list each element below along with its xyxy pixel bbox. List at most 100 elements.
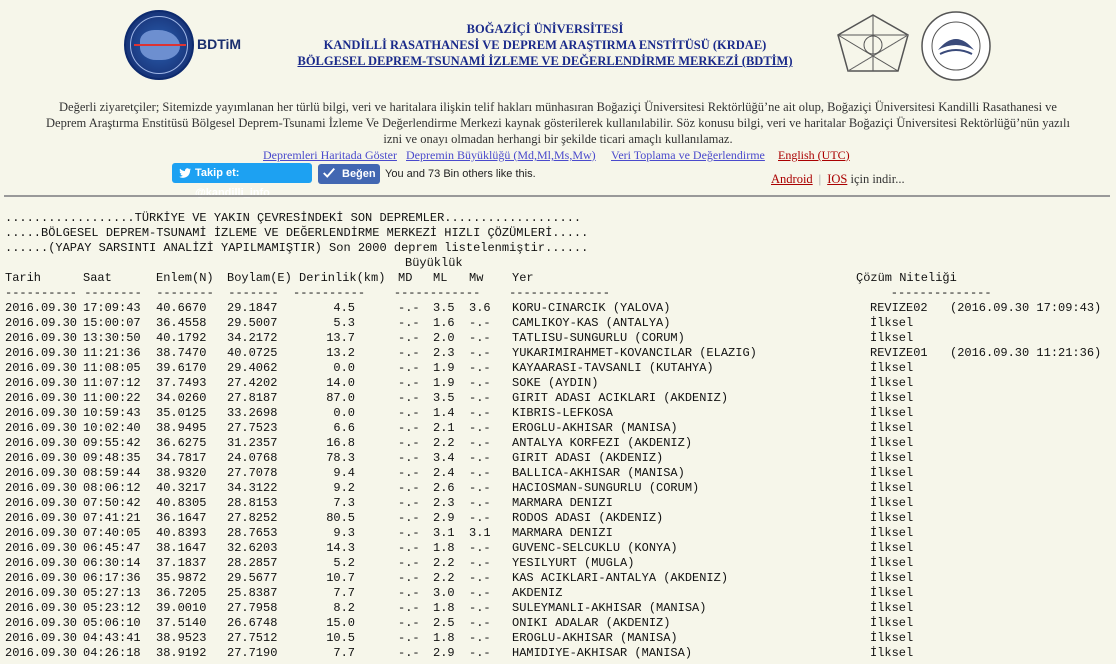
cell-latitude: 39.0010	[156, 601, 207, 615]
column-headers: Tarih Saat Enlem(N) Boylam(E) Derinlik(k…	[5, 271, 957, 286]
cell-location: BALLICA-AKHISAR (MANISA)	[512, 466, 685, 480]
cell-longitude: 34.3122	[227, 481, 278, 495]
cell-ml: 2.3	[433, 496, 455, 510]
cell-solution-quality: İlksel	[870, 481, 914, 495]
cell-mw: 3.6	[469, 301, 491, 315]
cell-solution-quality: İlksel	[870, 631, 914, 645]
cell-mw: -.-	[469, 331, 491, 345]
cell-longitude: 33.2698	[227, 406, 278, 420]
cell-longitude: 28.2857	[227, 556, 278, 570]
cell-date: 2016.09.30	[5, 376, 78, 390]
cell-longitude: 27.7190	[227, 646, 278, 660]
english-link[interactable]: English (UTC)	[778, 148, 850, 163]
cell-latitude: 37.5140	[156, 616, 207, 630]
cell-solution-quality: İlksel	[870, 511, 914, 525]
cell-ml: 1.6	[433, 316, 455, 330]
cell-date: 2016.09.30	[5, 301, 78, 315]
magnitude-link[interactable]: Depremin Büyüklüğü (Md,Ml,Ms,Mw)	[406, 148, 596, 163]
cell-solution-quality: İlksel	[870, 466, 914, 480]
cell-ml: 3.5	[433, 391, 455, 405]
cell-location: KAS ACIKLARI-ANTALYA (AKDENIZ)	[512, 571, 729, 585]
cell-ml: 3.5	[433, 301, 455, 315]
cell-date: 2016.09.30	[5, 526, 78, 540]
cell-date: 2016.09.30	[5, 316, 78, 330]
cell-date: 2016.09.30	[5, 571, 78, 585]
cell-longitude: 27.7078	[227, 466, 278, 480]
list-banner-3: ......(YAPAY SARSINTI ANALİZİ YAPILMAMIŞ…	[5, 241, 589, 255]
cell-mw: -.-	[469, 481, 491, 495]
cell-depth: 7.3	[333, 496, 355, 510]
cell-mw: -.-	[469, 451, 491, 465]
cell-md: -.-	[398, 616, 420, 630]
cell-time: 07:40:05	[83, 526, 141, 540]
cell-date: 2016.09.30	[5, 556, 78, 570]
cell-date: 2016.09.30	[5, 481, 78, 495]
cell-solution-quality: REVIZE01	[870, 346, 928, 360]
cell-depth: 10.5	[326, 631, 355, 645]
bogazici-university-seal	[921, 11, 991, 81]
cell-time: 17:09:43	[83, 301, 141, 315]
cell-depth: 0.0	[333, 361, 355, 375]
cell-mw: -.-	[469, 391, 491, 405]
list-banner-2: .....BÖLGESEL DEPREM-TSUNAMİ İZLEME VE D…	[5, 226, 589, 240]
cell-mw: -.-	[469, 646, 491, 660]
map-link[interactable]: Depremleri Haritada Göster	[263, 148, 397, 163]
list-banner-1: ..................TÜRKİYE VE YAKIN ÇEVRE…	[5, 211, 582, 225]
cell-solution-quality: İlksel	[870, 376, 914, 390]
cell-longitude: 34.2172	[227, 331, 278, 345]
cell-depth: 9.2	[333, 481, 355, 495]
cell-ml: 2.0	[433, 331, 455, 345]
facebook-like-button[interactable]: Beğen	[318, 164, 380, 184]
cell-solution-quality: İlksel	[870, 586, 914, 600]
cell-longitude: 29.4062	[227, 361, 278, 375]
cell-latitude: 36.4558	[156, 316, 207, 330]
cell-latitude: 35.0125	[156, 406, 207, 420]
cell-md: -.-	[398, 391, 420, 405]
notice-line: Değerli ziyaretçiler; Sitemizde yayımlan…	[59, 100, 1057, 114]
cell-mw: -.-	[469, 361, 491, 375]
cell-location: MARMARA DENIZI	[512, 526, 613, 540]
cell-time: 05:27:13	[83, 586, 141, 600]
center-title-link[interactable]: BÖLGESEL DEPREM-TSUNAMİ İZLEME VE DEĞERL…	[250, 53, 840, 69]
cell-solution-quality: İlksel	[870, 406, 914, 420]
cell-mw: -.-	[469, 541, 491, 555]
cell-time: 13:30:50	[83, 331, 141, 345]
cell-md: -.-	[398, 316, 420, 330]
cell-location: ONIKI ADALAR (AKDENIZ)	[512, 616, 671, 630]
cell-location: MARMARA DENIZI	[512, 496, 613, 510]
twitter-follow-button[interactable]: Takip et: @kandilli_info	[172, 163, 312, 199]
cell-time: 08:06:12	[83, 481, 141, 495]
notice-line: izni ve onayı olmadan herhangi bir şekil…	[383, 132, 733, 146]
cell-mw: -.-	[469, 421, 491, 435]
ios-link[interactable]: IOS	[827, 172, 847, 186]
cell-mw: -.-	[469, 376, 491, 390]
cell-mw: -.-	[469, 586, 491, 600]
cell-date: 2016.09.30	[5, 646, 78, 660]
cell-location: HACIOSMAN-SUNGURLU (CORUM)	[512, 481, 700, 495]
cell-latitude: 36.7205	[156, 586, 207, 600]
cell-longitude: 27.7958	[227, 601, 278, 615]
cell-longitude: 29.5007	[227, 316, 278, 330]
cell-depth: 9.4	[333, 466, 355, 480]
data-collection-link[interactable]: Veri Toplama ve Değerlendirme	[611, 148, 765, 163]
cell-md: -.-	[398, 586, 420, 600]
cell-latitude: 38.7470	[156, 346, 207, 360]
kandilli-observatory-logo	[837, 14, 909, 72]
cell-date: 2016.09.30	[5, 631, 78, 645]
cell-location: GIRIT ADASI (AKDENIZ)	[512, 451, 664, 465]
cell-md: -.-	[398, 406, 420, 420]
cell-md: -.-	[398, 526, 420, 540]
cell-latitude: 40.3217	[156, 481, 207, 495]
cell-solution-quality: İlksel	[870, 556, 914, 570]
cell-latitude: 38.9192	[156, 646, 207, 660]
cell-md: -.-	[398, 511, 420, 525]
cell-solution-quality: İlksel	[870, 316, 914, 330]
col-quality: Çözüm Niteliği	[856, 271, 957, 285]
cell-mw: -.-	[469, 571, 491, 585]
cell-md: -.-	[398, 331, 420, 345]
cell-time: 09:55:42	[83, 436, 141, 450]
android-link[interactable]: Android	[771, 172, 813, 186]
cell-solution-quality: İlksel	[870, 616, 914, 630]
cell-depth: 87.0	[326, 391, 355, 405]
cell-location: GUVENC-SELCUKLU (KONYA)	[512, 541, 678, 555]
